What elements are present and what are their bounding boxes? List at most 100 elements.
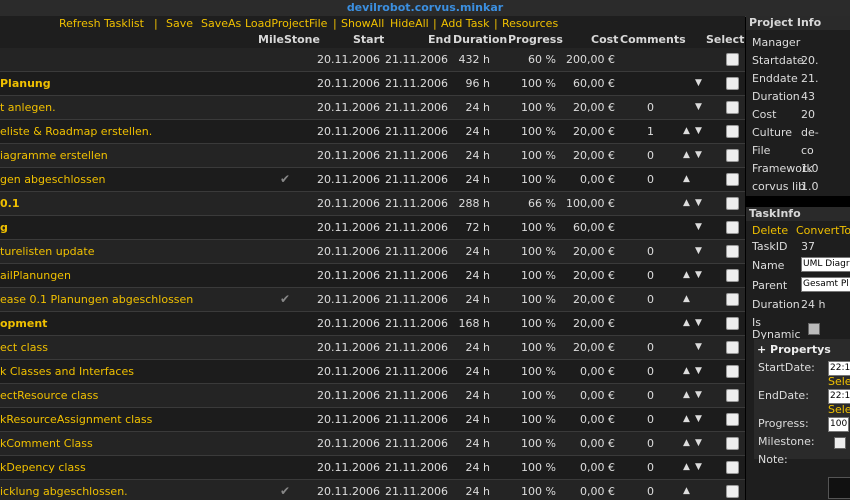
select-checkbox[interactable] [726,317,739,330]
move-up-icon[interactable]: ▲ [683,288,690,311]
task-comments[interactable]: 0 [630,456,654,479]
cost-column-header[interactable]: Cost [591,31,618,48]
task-name[interactable]: turelisten update [0,240,240,263]
task-row[interactable]: t anlegen. 20.11.2006 21.11.2006 24 h 100 % 2… [0,96,745,120]
start-column-header[interactable]: Start [353,31,384,48]
select-checkbox[interactable] [726,485,739,498]
task-row[interactable]: 0.1 20.11.2006 21.11.2006 288 h 66 % 100,00 €… [0,192,745,216]
task-name[interactable]: kComment Class [0,432,240,455]
move-up-icon[interactable]: ▲ [683,168,690,191]
progress-input[interactable]: 100 [828,417,849,432]
end-column-header[interactable]: End [428,31,451,48]
task-row[interactable]: ect class 20.11.2006 21.11.2006 24 h 100 % 20… [0,336,745,360]
task-row[interactable]: 20.11.2006 21.11.2006 432 h 60 % 200,00 € [0,48,745,72]
startdate-select-link[interactable]: Sele [828,375,850,388]
select-checkbox[interactable] [726,77,739,90]
move-down-icon[interactable]: ▼ [695,360,702,383]
move-down-icon[interactable]: ▼ [695,120,702,143]
move-down-icon[interactable]: ▼ [695,192,702,215]
task-name[interactable]: eliste & Roadmap erstellen. [0,120,240,143]
select-checkbox[interactable] [726,197,739,210]
task-name[interactable]: kResourceAssignment class [0,408,240,431]
move-up-icon[interactable]: ▲ [683,456,690,479]
select-checkbox[interactable] [726,101,739,114]
move-down-icon[interactable]: ▼ [695,72,702,95]
task-name[interactable]: icklung abgeschlossen. [0,480,240,500]
task-comments[interactable]: 0 [630,144,654,167]
task-row[interactable]: Planung 20.11.2006 21.11.2006 96 h 100 % 60,0… [0,72,745,96]
move-down-icon[interactable]: ▼ [695,216,702,239]
progress-column-header[interactable]: Progress [508,31,563,48]
add-task-link[interactable]: Add Task [441,16,490,31]
task-comments[interactable]: 0 [630,264,654,287]
task-name[interactable]: t anlegen. [0,96,240,119]
task-comments[interactable]: 0 [630,288,654,311]
convert-to-link[interactable]: ConvertTo [796,224,850,237]
task-comments[interactable]: 1 [630,120,654,143]
task-name-input[interactable]: UML Diagra [801,257,850,272]
move-down-icon[interactable]: ▼ [695,408,702,431]
save-link[interactable]: Save [166,16,193,31]
task-row[interactable]: kDepency class 20.11.2006 21.11.2006 24 h 10… [0,456,745,480]
milestone-column-header[interactable]: MileStone [258,31,320,48]
task-row[interactable]: kComment Class 20.11.2006 21.11.2006 24 h 10… [0,432,745,456]
move-up-icon[interactable]: ▲ [683,360,690,383]
task-name[interactable]: ectResource class [0,384,240,407]
select-checkbox[interactable] [726,245,739,258]
move-down-icon[interactable]: ▼ [695,432,702,455]
milestone-checkbox[interactable] [834,437,846,449]
show-all-link[interactable]: ShowAll [341,16,384,31]
task-name[interactable]: kDepency class [0,456,240,479]
select-checkbox[interactable] [726,53,739,66]
saveas-link[interactable]: SaveAs [201,16,241,31]
task-row[interactable]: g 20.11.2006 21.11.2006 72 h 100 % 60,00 € ▼ [0,216,745,240]
task-comments[interactable]: 0 [630,240,654,263]
comments-column-header[interactable]: Comments [620,31,686,48]
move-up-icon[interactable]: ▲ [683,192,690,215]
move-up-icon[interactable]: ▲ [683,144,690,167]
task-row[interactable]: icklung abgeschlossen. ✔ 20.11.2006 21.11.2… [0,480,745,500]
select-checkbox[interactable] [726,293,739,306]
task-comments[interactable]: 0 [630,360,654,383]
task-comments[interactable]: 0 [630,384,654,407]
task-name[interactable]: ailPlanungen [0,264,240,287]
move-down-icon[interactable]: ▼ [695,456,702,479]
move-down-icon[interactable]: ▼ [695,264,702,287]
move-up-icon[interactable]: ▲ [683,264,690,287]
note-textarea[interactable] [828,477,850,499]
resources-link[interactable]: Resources [502,16,558,31]
task-comments[interactable]: 0 [630,96,654,119]
move-up-icon[interactable]: ▲ [683,432,690,455]
select-checkbox[interactable] [726,413,739,426]
move-down-icon[interactable]: ▼ [695,240,702,263]
duration-column-header[interactable]: Duration [453,31,507,48]
task-row[interactable]: ectResource class 20.11.2006 21.11.2006 24 … [0,384,745,408]
task-name[interactable]: ect class [0,336,240,359]
task-comments[interactable]: 0 [630,336,654,359]
load-project-file-link[interactable]: LoadProjectFile [245,16,327,31]
select-checkbox[interactable] [726,221,739,234]
is-dynamic-checkbox[interactable] [808,323,820,335]
move-down-icon[interactable]: ▼ [695,384,702,407]
move-up-icon[interactable]: ▲ [683,120,690,143]
move-up-icon[interactable]: ▲ [683,384,690,407]
task-row[interactable]: ease 0.1 Planungen abgeschlossen ✔ 20.11.2… [0,288,745,312]
task-row[interactable]: ailPlanungen 20.11.2006 21.11.2006 24 h 100 … [0,264,745,288]
select-checkbox[interactable] [726,437,739,450]
task-comments[interactable]: 0 [630,408,654,431]
propertys-toggle[interactable]: + Propertys [757,343,831,356]
task-comments[interactable]: 0 [630,432,654,455]
task-comments[interactable]: 0 [630,168,654,191]
task-name[interactable]: k Classes and Interfaces [0,360,240,383]
select-checkbox[interactable] [726,149,739,162]
task-name[interactable]: ease 0.1 Planungen abgeschlossen [0,288,240,311]
refresh-tasklist-link[interactable]: Refresh Tasklist [59,16,144,31]
task-row[interactable]: eliste & Roadmap erstellen. 20.11.2006 21.… [0,120,745,144]
task-row[interactable]: turelisten update 20.11.2006 21.11.2006 24 … [0,240,745,264]
enddate-select-link[interactable]: Sele [828,403,850,416]
task-row[interactable]: kResourceAssignment class 20.11.2006 21.11… [0,408,745,432]
move-up-icon[interactable]: ▲ [683,312,690,335]
move-down-icon[interactable]: ▼ [695,312,702,335]
select-checkbox[interactable] [726,269,739,282]
select-checkbox[interactable] [726,365,739,378]
